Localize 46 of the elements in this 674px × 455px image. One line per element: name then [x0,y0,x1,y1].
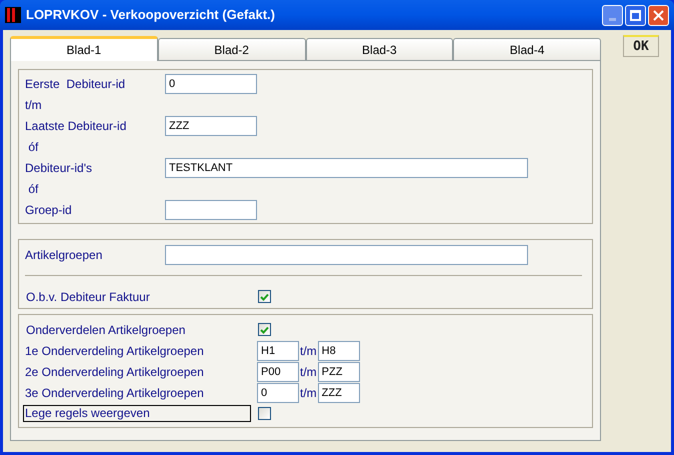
text-field[interactable]: PZZ [318,362,360,382]
text-field[interactable]: H1 [257,340,299,360]
checkmark-icon [260,292,269,300]
tab[interactable]: Blad-2 [158,38,306,60]
tab[interactable]: Blad-3 [306,38,454,60]
range-label: 1e Onderverdeling Artikelgroepen [25,342,205,360]
checkbox-label: O.b.v. Debiteur Faktuur [25,288,151,306]
range-separator: t/m [300,342,317,360]
text-field[interactable]: 0 [165,74,257,94]
minimize-icon [609,18,616,20]
minimize-button[interactable] [602,4,623,26]
field-label: Laatste Debiteur-id [25,118,128,134]
range-label: 3e Onderverdeling Artikelgroepen [25,384,205,402]
text-field[interactable]: ZZZ [165,116,257,136]
maximize-button[interactable] [625,4,646,26]
text-field[interactable] [165,200,257,220]
tab[interactable]: Blad-1 [10,36,158,61]
checkbox-label: Onderverdelen Artikelgroepen [25,322,186,338]
range-label: 2e Onderverdeling Artikelgroepen [25,364,205,380]
text-field[interactable]: TESTKLANT [165,158,528,178]
close-icon [653,10,664,20]
connector-label: t/m [25,96,42,114]
text-field[interactable]: P00 [257,362,299,382]
range-separator: t/m [300,384,317,402]
range-separator: t/m [300,364,317,380]
checkbox[interactable] [258,407,271,420]
text-field[interactable]: ZZZ [318,382,360,402]
text-field[interactable]: 0 [257,382,299,402]
checkmark-icon [260,326,269,334]
maximize-icon [630,10,641,20]
checkbox-label: Lege regels weergeven [23,405,251,422]
field-label: Debiteur-id's [25,160,93,176]
close-button[interactable] [648,4,669,26]
field-label: Eerste Debiteur-id [25,76,126,92]
text-field[interactable]: H8 [318,340,360,360]
window-title: LOPRVKOV - Verkoopoverzicht (Gefakt.) [26,6,275,24]
field-label: Artikelgroepen [25,246,104,264]
connector-label: óf [27,180,38,198]
checkbox[interactable] [258,290,271,303]
checkbox[interactable] [258,323,271,336]
text-field[interactable] [165,244,528,264]
tab[interactable]: Blad-4 [453,38,601,60]
app-icon [5,7,21,23]
field-label: Groep-id [25,202,73,218]
connector-label: óf [27,138,38,156]
ok-button[interactable]: OK [623,35,659,57]
